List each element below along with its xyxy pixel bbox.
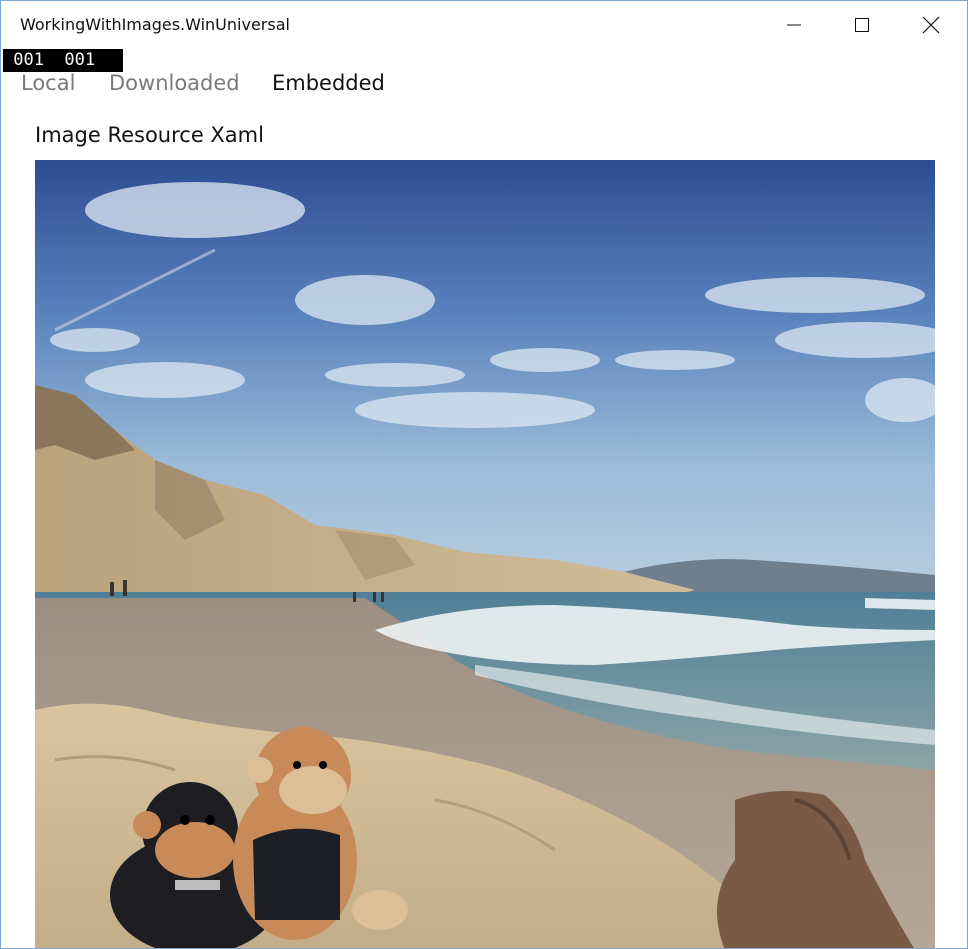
tab-downloaded[interactable]: Downloaded (109, 71, 240, 95)
maximize-button[interactable] (827, 1, 896, 49)
close-icon (922, 16, 939, 34)
close-button[interactable] (896, 1, 965, 49)
maximize-icon (854, 18, 869, 32)
minimize-button[interactable] (759, 1, 828, 49)
tab-local[interactable]: Local (21, 71, 75, 95)
app-window: WorkingWithImages.WinUniversal 001 001 L… (0, 0, 968, 949)
frame-rate-counter: 001 001 (3, 49, 123, 72)
tab-embedded[interactable]: Embedded (272, 71, 385, 95)
beach-photo (35, 160, 935, 948)
window-title: WorkingWithImages.WinUniversal (20, 15, 290, 34)
page-title: Image Resource Xaml (35, 123, 264, 147)
title-bar[interactable]: WorkingWithImages.WinUniversal (1, 1, 967, 49)
embedded-image (35, 160, 935, 948)
minimize-icon (786, 24, 801, 26)
